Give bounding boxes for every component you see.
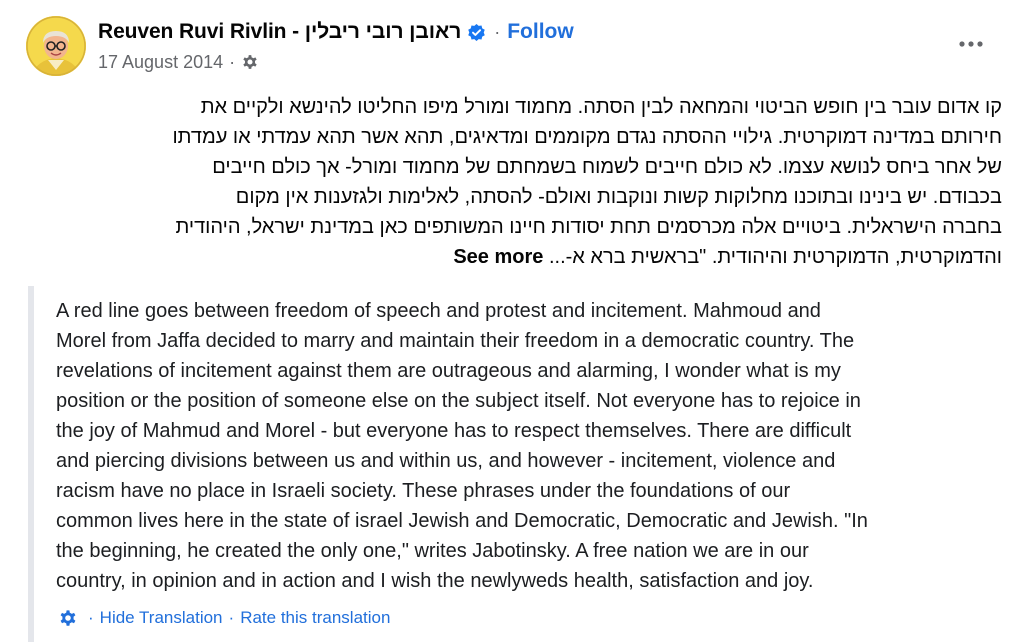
post-text-line: בכבודם. יש בינינו ובתוכנו מחלוקות קשות ו… — [235, 186, 1002, 208]
more-options-icon — [959, 41, 983, 47]
header-separator: · — [494, 21, 501, 42]
follow-button[interactable]: Follow — [507, 20, 574, 44]
avatar-image — [26, 16, 86, 76]
facebook-post: Reuven Ruvi Rivlin - ראובן רובי ריבלין ·… — [0, 0, 1022, 642]
translation-line: position or the position of someone else… — [56, 390, 861, 412]
translation-line: racism have no place in Israeli society.… — [56, 480, 791, 502]
action-separator: · — [88, 608, 94, 627]
translation-line: common lives here in the state of israel… — [56, 510, 868, 532]
rate-translation-link[interactable]: Rate this translation — [240, 608, 390, 628]
post-text-line: חירותם במדינה דמוקרטית. גילויי ההסתה נגד… — [172, 126, 1002, 148]
translation-line: country, in opinion and in action and I … — [56, 570, 814, 592]
author-name[interactable]: Reuven Ruvi Rivlin - ראובן רובי ריבלין — [98, 20, 461, 44]
translation-line: the joy of Mahmud and Morel - but everyo… — [56, 420, 852, 442]
translation-line: the beginning, he created the only one,"… — [56, 540, 809, 562]
post-date[interactable]: 17 August 2014 — [98, 52, 223, 73]
action-separator: · — [228, 608, 235, 627]
settings-gear-icon[interactable] — [58, 608, 78, 628]
translation-line: and piercing divisions between us and wi… — [56, 450, 836, 472]
author-avatar[interactable] — [26, 16, 86, 76]
hide-translation-link[interactable]: Hide Translation — [100, 608, 223, 628]
post-header: Reuven Ruvi Rivlin - ראובן רובי ריבלין ·… — [98, 18, 574, 46]
translation-line: A red line goes between freedom of speec… — [56, 300, 821, 322]
translation-block: A red line goes between freedom of speec… — [28, 286, 1008, 642]
meta-separator: · — [229, 51, 236, 72]
post-original-text: קו אדום עובר בין חופש הביטוי והמחאה לבין… — [22, 92, 1002, 272]
translation-actions: · Hide Translation · Rate this translati… — [58, 608, 390, 628]
post-meta: 17 August 2014 · — [98, 50, 259, 74]
verified-badge-icon — [467, 23, 486, 42]
see-more-link[interactable]: See more — [453, 246, 543, 268]
post-text-line: קו אדום עובר בין חופש הביטוי והמחאה לבין… — [200, 96, 1002, 118]
post-text-last-line: והדמוקרטית, הדמוקרטית והיהודית. "בראשית … — [22, 242, 1002, 272]
translation-text: A red line goes between freedom of speec… — [56, 296, 1016, 596]
gear-icon[interactable] — [241, 53, 259, 71]
post-text-line: של אחר ביחס לנושא עצמו. לא כולם חייבים ל… — [212, 156, 1002, 178]
post-text-truncated: והדמוקרטית, הדמוקרטית והיהודית. "בראשית … — [548, 246, 1002, 268]
translation-line: Morel from Jaffa decided to marry and ma… — [56, 330, 855, 352]
translation-line: revelations of incitement against them a… — [56, 360, 841, 382]
post-text-line: בחברה הישראלית. ביטויים אלה מכרסמים תחת … — [175, 216, 1002, 238]
more-options-button[interactable] — [952, 30, 990, 58]
